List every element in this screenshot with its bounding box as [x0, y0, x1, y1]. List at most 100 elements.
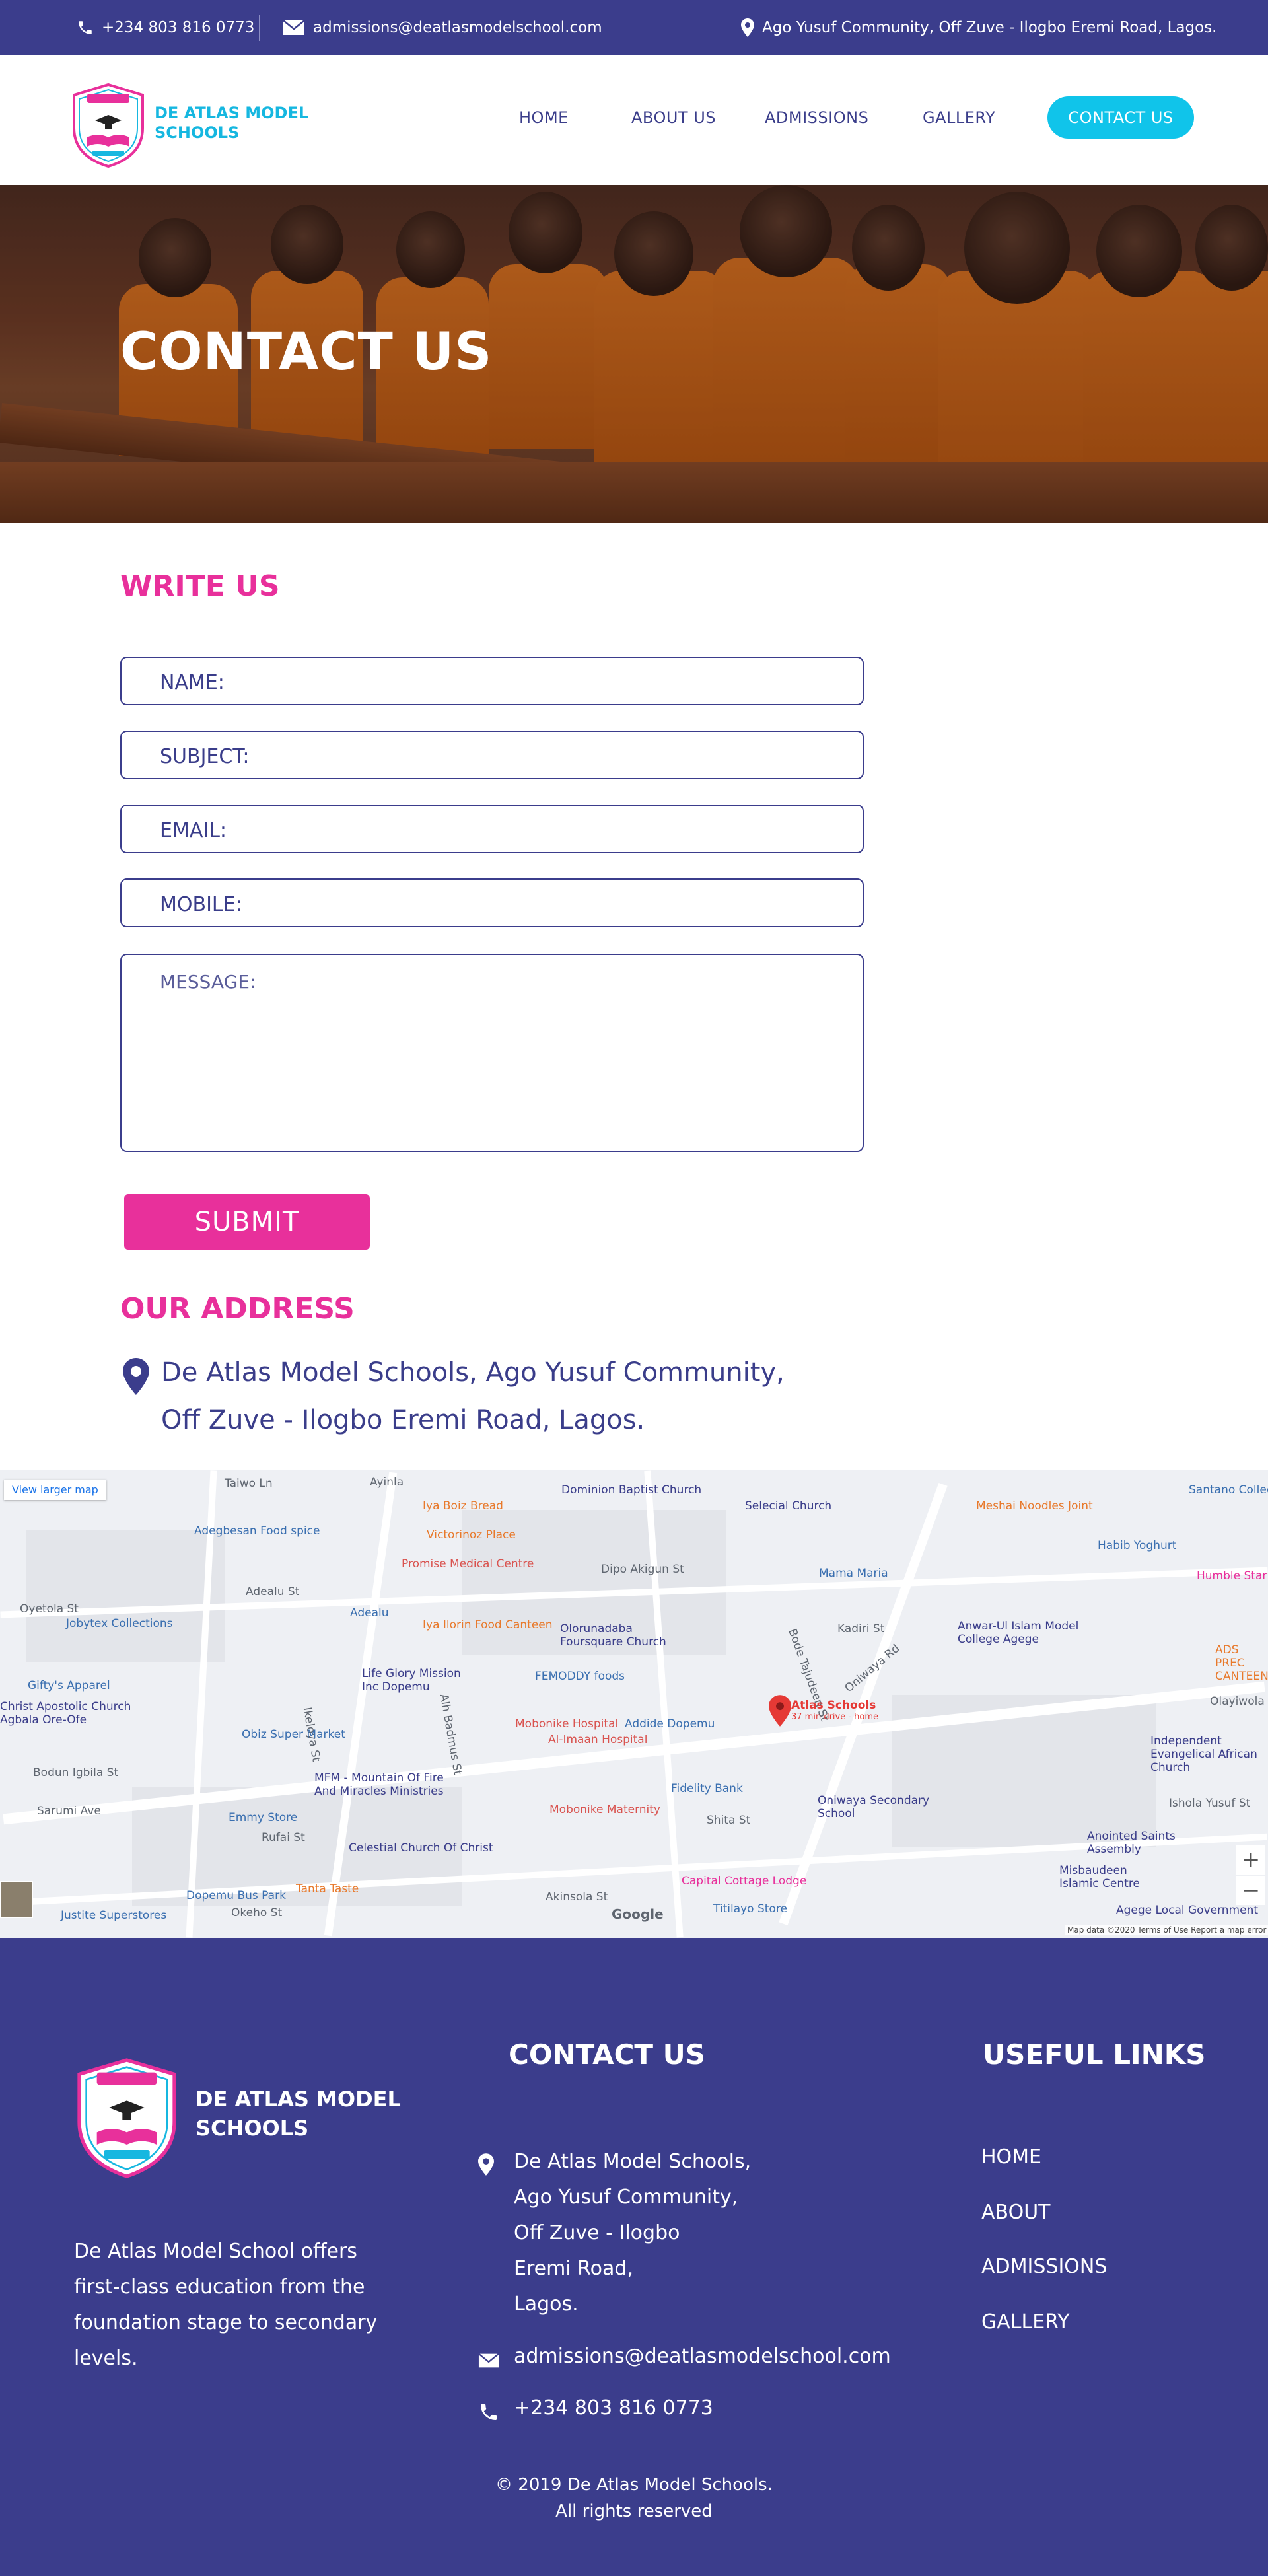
map-marker-label: Atlas Schools: [791, 1699, 876, 1712]
map-place[interactable]: Iya Ilorin Food Canteen: [423, 1618, 553, 1631]
map-place[interactable]: Obiz Super Market: [242, 1728, 345, 1741]
map-place[interactable]: MFM - Mountain Of Fire And Miracles Mini…: [314, 1771, 466, 1798]
map-place[interactable]: FEMODDY foods: [535, 1670, 625, 1683]
write-us-heading: WRITE US: [120, 569, 280, 603]
map-place[interactable]: ADS PREC CANTEEN: [1215, 1643, 1268, 1683]
brand-name[interactable]: DE ATLAS MODEL SCHOOLS: [155, 103, 326, 143]
nav-contact-us-button[interactable]: CONTACT US: [1047, 96, 1194, 139]
address-text: De Atlas Model Schools, Ago Yusuf Commun…: [161, 1349, 785, 1444]
copyright-line-2: All rights reserved: [555, 2501, 713, 2521]
footer-useful-links-heading: USEFUL LINKS: [983, 2038, 1206, 2071]
map-place[interactable]: Celestial Church Of Christ: [349, 1842, 493, 1855]
brand-line-2: SCHOOLS: [155, 124, 240, 142]
map-place[interactable]: Mobonike Hospital: [515, 1717, 618, 1731]
map-street-label: Dipo Akigun St: [601, 1563, 684, 1576]
school-logo[interactable]: [69, 82, 148, 169]
topbar-phone[interactable]: +234 803 816 0773: [77, 0, 254, 55]
submit-button[interactable]: SUBMIT: [124, 1194, 370, 1250]
footer-link-gallery[interactable]: GALLERY: [981, 2310, 1069, 2334]
map-place[interactable]: Anwar-Ul Islam Model College Agege: [958, 1620, 1096, 1646]
map-place[interactable]: Christ Apostolic Church Agbala Ore-Ofe: [0, 1700, 152, 1727]
site-footer: DE ATLAS MODEL SCHOOLS De Atlas Model Sc…: [0, 1938, 1268, 2576]
map-place[interactable]: Life Glory Mission Inc Dopemu: [362, 1667, 474, 1694]
nav-about-us[interactable]: ABOUT US: [631, 108, 716, 127]
nav-home[interactable]: HOME: [519, 108, 569, 127]
footer-school-logo[interactable]: [74, 2056, 180, 2181]
view-larger-map-link[interactable]: View larger map: [4, 1480, 106, 1500]
subject-placeholder: SUBJECT:: [160, 745, 250, 768]
footer-link-home[interactable]: HOME: [981, 2145, 1041, 2168]
topbar-email[interactable]: admissions@deatlasmodelschool.com: [283, 0, 602, 55]
phone-icon: [79, 21, 92, 34]
footer-address-line: Lagos.: [514, 2293, 579, 2316]
google-logo: Google: [612, 1906, 664, 1922]
map-place[interactable]: Mobonike Maternity: [549, 1803, 660, 1816]
map-place[interactable]: Oniwaya Secondary School: [818, 1794, 930, 1820]
map-place[interactable]: Justite Superstores: [61, 1909, 166, 1922]
map-street-label: Kadiri St: [837, 1622, 885, 1635]
nav-gallery[interactable]: GALLERY: [923, 108, 995, 127]
message-placeholder: MESSAGE:: [160, 971, 256, 993]
map-attribution[interactable]: Map data ©2020 Terms of Use Report a map…: [1065, 1925, 1268, 1935]
map-place[interactable]: Jobytex Collections: [66, 1617, 173, 1630]
map-street-label: Sarumi Ave: [37, 1805, 101, 1818]
map-street-label: Alh Badmus St: [437, 1692, 464, 1777]
map-marker-icon[interactable]: [769, 1695, 791, 1727]
map-place[interactable]: Al-Imaan Hospital: [548, 1733, 647, 1746]
email-placeholder: EMAIL:: [160, 819, 227, 842]
footer-phone-link[interactable]: +234 803 816 0773: [514, 2396, 713, 2419]
map-place[interactable]: Habib Yoghurt: [1098, 1539, 1176, 1552]
map-place[interactable]: Adegbesan Food spice: [194, 1524, 320, 1538]
footer-link-admissions[interactable]: ADMISSIONS: [981, 2255, 1107, 2278]
copyright-line-1: 2019 De Atlas Model Schools.: [518, 2475, 773, 2495]
map-street-label: Ayinla: [370, 1476, 404, 1489]
map-place[interactable]: Olorunadaba Foursquare Church: [560, 1622, 672, 1649]
nav-admissions[interactable]: ADMISSIONS: [765, 108, 868, 127]
brand-line-1: DE ATLAS MODEL: [155, 104, 309, 122]
subject-field[interactable]: SUBJECT:: [120, 731, 864, 779]
map-place[interactable]: Titilayo Store: [713, 1902, 787, 1915]
map-place[interactable]: Victorinoz Place: [427, 1528, 516, 1542]
map-place[interactable]: Misbaudeen Islamic Centre: [1059, 1864, 1145, 1890]
map-place[interactable]: Anointed Saints Assembly: [1087, 1830, 1180, 1856]
page-title: CONTACT US: [120, 322, 493, 382]
map-place[interactable]: Dominion Baptist Church: [561, 1484, 701, 1497]
footer-brand-line-1: DE ATLAS MODEL: [195, 2087, 401, 2112]
map-place[interactable]: Addide Dopemu: [625, 1717, 715, 1731]
satellite-toggle[interactable]: [0, 1881, 33, 1918]
map-street-label: Shita St: [707, 1814, 751, 1827]
map-place[interactable]: Selecial Church: [745, 1499, 831, 1513]
map-place[interactable]: Iya Boiz Bread: [423, 1499, 503, 1513]
map-place[interactable]: Promise Medical Centre: [402, 1557, 534, 1571]
footer-link-about[interactable]: ABOUT: [981, 2201, 1050, 2224]
map-place[interactable]: Meshai Noodles Joint: [976, 1499, 1093, 1513]
topbar-divider: [259, 15, 260, 41]
map-place[interactable]: Agege Local Government: [1116, 1904, 1258, 1917]
envelope-icon: [478, 2353, 499, 2368]
map-place[interactable]: Independent Evangelical African Church: [1150, 1735, 1268, 1774]
map-place[interactable]: Mama Maria: [819, 1567, 888, 1580]
zoom-out-button[interactable]: −: [1236, 1876, 1265, 1905]
map-place[interactable]: Capital Cottage Lodge: [682, 1875, 806, 1888]
footer-address-line: De Atlas Model Schools,: [514, 2150, 752, 2173]
address-line-2: Off Zuve - Ilogbo Eremi Road, Lagos.: [161, 1405, 645, 1435]
name-field[interactable]: NAME:: [120, 657, 864, 705]
footer-email-link[interactable]: admissions@deatlasmodelschool.com: [514, 2345, 891, 2368]
map-place[interactable]: Tanta Taste: [296, 1882, 359, 1896]
message-field[interactable]: MESSAGE:: [120, 954, 864, 1152]
zoom-in-button[interactable]: +: [1236, 1845, 1265, 1875]
map-street-label: Adealu: [350, 1606, 389, 1620]
map-place[interactable]: Humble Star: [1197, 1569, 1267, 1583]
mobile-field[interactable]: MOBILE:: [120, 878, 864, 927]
map-place[interactable]: Fidelity Bank: [671, 1782, 743, 1795]
map-place[interactable]: Santano Collec: [1189, 1484, 1268, 1497]
footer-address-line: Ago Yusuf Community,: [514, 2186, 738, 2209]
top-bar: +234 803 816 0773 admissions@deatlasmode…: [0, 0, 1268, 55]
map-place[interactable]: Gifty's Apparel: [28, 1679, 110, 1692]
our-address-heading: OUR ADDRESS: [120, 1292, 355, 1326]
map-place[interactable]: Dopemu Bus Park: [186, 1889, 286, 1902]
email-field[interactable]: EMAIL:: [120, 805, 864, 853]
map-place[interactable]: Emmy Store: [229, 1811, 297, 1824]
map-street-label: Okeho St: [231, 1906, 283, 1919]
google-map[interactable]: Taiwo Ln Ayinla Adealu St Oyetola St Ade…: [0, 1470, 1268, 1938]
